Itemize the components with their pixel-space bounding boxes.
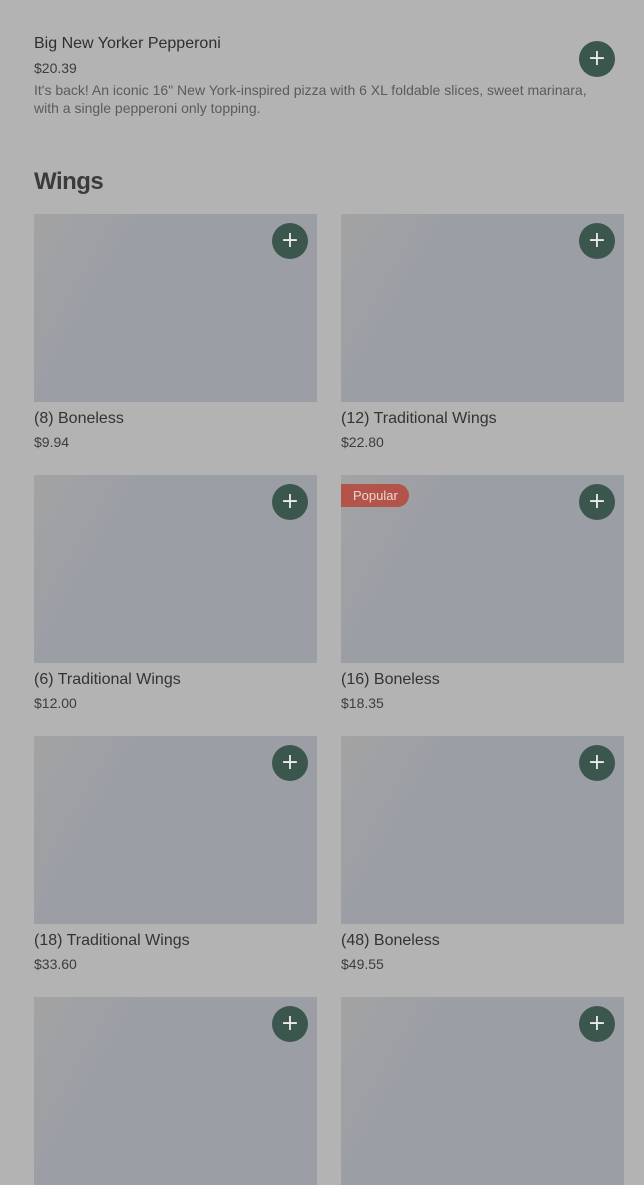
menu-item-name: (48) Boneless	[341, 932, 440, 949]
menu-card[interactable]: + (18) Traditional Wings $33.60	[34, 736, 317, 972]
menu-item-image[interactable]: +	[341, 214, 624, 402]
menu-item-price: $12.00	[34, 695, 77, 711]
menu-item-image[interactable]: Popular +	[341, 475, 624, 663]
menu-item-image[interactable]: +	[341, 997, 624, 1185]
menu-item-image[interactable]: +	[34, 475, 317, 663]
menu-item-image[interactable]: +	[34, 214, 317, 402]
menu-item-price: $22.80	[341, 434, 384, 450]
add-to-cart-button[interactable]: +	[579, 41, 615, 77]
menu-item-name: (8) Boneless	[34, 410, 124, 427]
menu-item-price: $9.94	[34, 434, 70, 450]
menu-item-image[interactable]: +	[34, 736, 317, 924]
add-to-cart-button[interactable]: +	[272, 223, 308, 259]
add-to-cart-button[interactable]: +	[579, 223, 615, 259]
add-to-cart-button[interactable]: +	[272, 484, 308, 520]
menu-card[interactable]: +	[341, 997, 624, 1185]
menu-card[interactable]: + (48) Boneless $49.55	[341, 736, 624, 972]
add-to-cart-button[interactable]: +	[579, 484, 615, 520]
menu-item-name: (18) Traditional Wings	[34, 932, 190, 949]
plus-icon: +	[587, 1011, 607, 1036]
plus-icon: +	[587, 46, 607, 71]
menu-card[interactable]: + (12) Traditional Wings $22.80	[341, 214, 624, 450]
menu-item-price: $33.60	[34, 956, 77, 972]
add-to-cart-button[interactable]: +	[579, 1006, 615, 1042]
menu-card[interactable]: +	[34, 997, 317, 1185]
menu-item-price: $49.55	[341, 956, 384, 972]
section-title: Wings	[34, 168, 104, 195]
plus-icon: +	[587, 228, 607, 253]
menu-item-name: (12) Traditional Wings	[341, 410, 497, 427]
featured-item[interactable]: Big New Yorker Pepperoni $20.39 It's bac…	[34, 34, 610, 117]
menu-item-price: $18.35	[341, 695, 384, 711]
plus-icon: +	[280, 750, 300, 775]
menu-card[interactable]: Popular + (16) Boneless $18.35	[341, 475, 624, 711]
menu-card[interactable]: + (6) Traditional Wings $12.00	[34, 475, 317, 711]
plus-icon: +	[587, 750, 607, 775]
add-to-cart-button[interactable]: +	[272, 1006, 308, 1042]
menu-item-image[interactable]: +	[341, 736, 624, 924]
item-price: $20.39	[34, 60, 77, 76]
menu-item-image[interactable]: +	[34, 997, 317, 1185]
plus-icon: +	[280, 1011, 300, 1036]
popular-badge: Popular	[341, 484, 409, 507]
plus-icon: +	[587, 489, 607, 514]
add-to-cart-button[interactable]: +	[579, 745, 615, 781]
menu-item-name: (16) Boneless	[341, 671, 440, 688]
menu-card[interactable]: + (8) Boneless $9.94	[34, 214, 317, 450]
item-title: Big New Yorker Pepperoni	[34, 35, 221, 52]
item-description: It's back! An iconic 16" New York-inspir…	[34, 82, 587, 116]
add-to-cart-button[interactable]: +	[272, 745, 308, 781]
plus-icon: +	[280, 489, 300, 514]
plus-icon: +	[280, 228, 300, 253]
menu-item-name: (6) Traditional Wings	[34, 671, 181, 688]
